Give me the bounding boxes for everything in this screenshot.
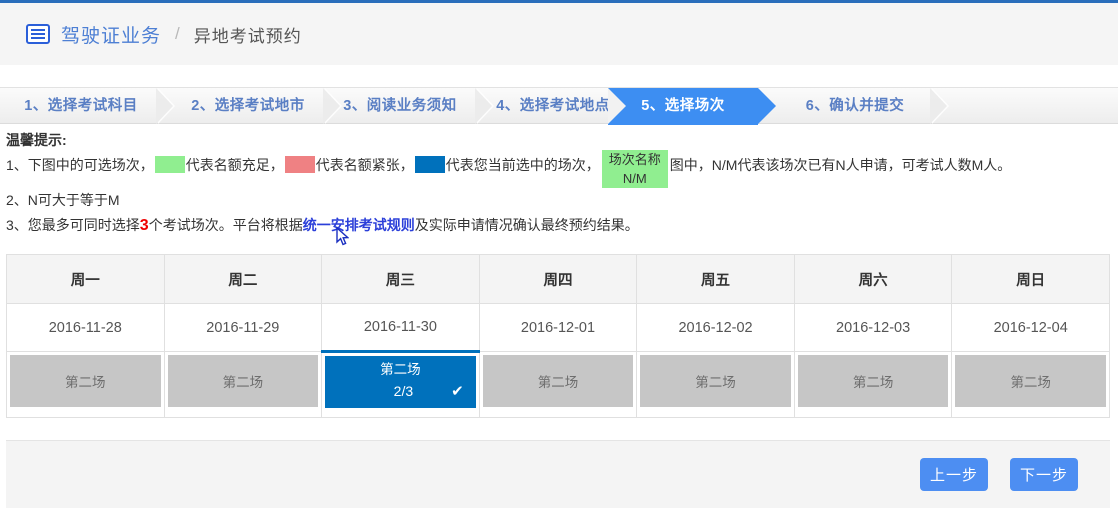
slot-cell-4[interactable]: 第二场 bbox=[637, 352, 795, 418]
check-icon: ✔ bbox=[451, 382, 464, 400]
slot-cell-1[interactable]: 第二场 bbox=[164, 352, 322, 418]
slot-0[interactable]: 第二场 bbox=[10, 355, 161, 407]
slot-cell-0[interactable]: 第二场 bbox=[7, 352, 165, 418]
slot-5-name: 第二场 bbox=[853, 371, 894, 391]
table-header-row: 周一 周二 周三 周四 周五 周六 周日 bbox=[7, 255, 1110, 304]
step-4[interactable]: 4、选择考试地点 bbox=[478, 88, 628, 125]
slot-cell-5[interactable]: 第二场 bbox=[794, 352, 952, 418]
weekday-header-2: 周三 bbox=[322, 255, 480, 304]
breadcrumb: 驾驶证业务 / 异地考试预约 bbox=[0, 3, 1118, 65]
date-cell-6: 2016-12-04 bbox=[952, 304, 1110, 352]
slot-2-ratio: 2/3 bbox=[335, 380, 466, 402]
tip3-suffix: 及实际申请情况确认最终预约结果。 bbox=[415, 217, 639, 233]
table-slot-row: 第二场 第二场 第二场 2/3 ✔ 第二 bbox=[7, 352, 1110, 418]
slot-1[interactable]: 第二场 bbox=[168, 355, 319, 407]
step-5-active[interactable]: 5、选择场次 bbox=[608, 88, 758, 125]
date-cell-5: 2016-12-03 bbox=[794, 304, 952, 352]
legend-swatch-red bbox=[285, 156, 315, 173]
step-separator-6-icon bbox=[932, 88, 949, 124]
step-wizard: 1、选择考试科目 2、选择考试地市 3、阅读业务须知 4、选择考试地点 5、选择… bbox=[0, 87, 1118, 124]
date-cell-4: 2016-12-02 bbox=[637, 304, 795, 352]
weekday-header-5: 周六 bbox=[794, 255, 952, 304]
slot-4[interactable]: 第二场 bbox=[640, 355, 791, 407]
slot-6-name: 第二场 bbox=[1010, 371, 1051, 391]
weekday-header-3: 周四 bbox=[479, 255, 637, 304]
weekday-header-0: 周一 bbox=[7, 255, 165, 304]
weekday-header-6: 周日 bbox=[952, 255, 1110, 304]
top-breadcrumb-bar: 驾驶证业务 / 异地考试预约 bbox=[0, 0, 1118, 65]
schedule-table: 周一 周二 周三 周四 周五 周六 周日 2016-11-28 2016-11-… bbox=[6, 254, 1110, 418]
date-cell-1: 2016-11-29 bbox=[164, 304, 322, 352]
schedule-table-wrap: 周一 周二 周三 周四 周五 周六 周日 2016-11-28 2016-11-… bbox=[6, 254, 1110, 418]
next-step-button[interactable]: 下一步 bbox=[1010, 458, 1078, 491]
prev-step-button[interactable]: 上一步 bbox=[920, 458, 988, 491]
slot-2-name: 第二场 bbox=[335, 360, 466, 380]
slot-cell-6[interactable]: 第二场 bbox=[952, 352, 1110, 418]
slot-0-name: 第二场 bbox=[65, 371, 106, 391]
step-separator-1-icon bbox=[158, 88, 175, 124]
footer-action-bar: 上一步 下一步 bbox=[6, 440, 1110, 508]
tip1-blue-label: 代表您当前选中的场次， bbox=[446, 157, 600, 173]
legend-example-ratio: N/M bbox=[602, 169, 668, 188]
tip1-prefix: 1、下图中的可选场次， bbox=[6, 157, 154, 173]
date-cell-3: 2016-12-01 bbox=[479, 304, 637, 352]
slot-3-name: 第二场 bbox=[538, 371, 579, 391]
step-separator-2-icon bbox=[325, 88, 342, 124]
breadcrumb-main-label[interactable]: 驾驶证业务 bbox=[61, 21, 161, 48]
slot-6[interactable]: 第二场 bbox=[955, 355, 1106, 407]
tips-title: 温馨提示: bbox=[0, 130, 1118, 150]
exam-rule-link[interactable]: 统一安排考试规则 bbox=[303, 217, 415, 233]
step-6[interactable]: 6、确认并提交 bbox=[780, 88, 930, 125]
tip-line-1: 1、下图中的可选场次，代表名额充足，代表名额紧张，代表您当前选中的场次，场次名称… bbox=[0, 150, 1118, 188]
step-2[interactable]: 2、选择考试地市 bbox=[173, 88, 323, 125]
step-3[interactable]: 3、阅读业务须知 bbox=[325, 88, 475, 125]
tip1-red-label: 代表名额紧张， bbox=[316, 157, 414, 173]
date-cell-0: 2016-11-28 bbox=[7, 304, 165, 352]
legend-swatch-blue bbox=[415, 156, 445, 173]
legend-swatch-green bbox=[155, 156, 185, 173]
weekday-header-4: 周五 bbox=[637, 255, 795, 304]
slot-1-name: 第二场 bbox=[223, 371, 264, 391]
slot-4-name: 第二场 bbox=[695, 371, 736, 391]
tip-line-3: 3、您最多可同时选择3个考试场次。平台将根据统一安排考试规则及实际申请情况确认最… bbox=[0, 213, 1118, 238]
step-separator-3-icon bbox=[477, 88, 494, 124]
tip3-max-count: 3 bbox=[140, 217, 149, 234]
table-date-row: 2016-11-28 2016-11-29 2016-11-30 2016-12… bbox=[7, 304, 1110, 352]
slot-cell-2[interactable]: 第二场 2/3 ✔ bbox=[322, 352, 480, 418]
tip1-green-label: 代表名额充足， bbox=[186, 157, 284, 173]
list-icon bbox=[26, 24, 50, 44]
breadcrumb-current-label: 异地考试预约 bbox=[194, 22, 302, 47]
step-1[interactable]: 1、选择考试科目 bbox=[6, 88, 156, 125]
slot-5[interactable]: 第二场 bbox=[798, 355, 949, 407]
slot-2-selected[interactable]: 第二场 2/3 ✔ bbox=[325, 356, 476, 408]
weekday-header-1: 周二 bbox=[164, 255, 322, 304]
tips-section: 温馨提示: 1、下图中的可选场次， 代表名额充足， 代表名额紧张， 代表您当前选中的场… bbox=[0, 130, 1118, 238]
legend-example-name: 场次名称 bbox=[609, 152, 661, 167]
slot-cell-3[interactable]: 第二场 bbox=[479, 352, 637, 418]
legend-example-box: 场次名称 N/M bbox=[602, 150, 668, 188]
tip3-middle: 个考试场次。平台将根据 bbox=[149, 217, 303, 233]
tip3-prefix: 3、您最多可同时选择 bbox=[6, 217, 140, 233]
slot-3[interactable]: 第二场 bbox=[483, 355, 634, 407]
date-cell-2: 2016-11-30 bbox=[322, 304, 480, 352]
breadcrumb-separator: / bbox=[175, 24, 180, 44]
tip-line-2: 2、N可大于等于M bbox=[0, 188, 1118, 213]
tip1-suffix: 图中，N/M代表该场次已有N人申请，可考试人数M人。 bbox=[670, 157, 1011, 173]
